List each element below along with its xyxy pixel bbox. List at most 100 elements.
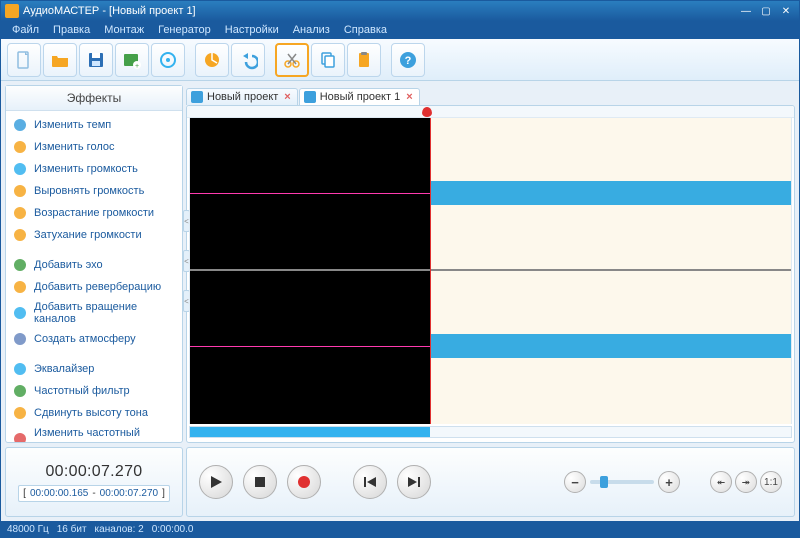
time-panel: 00:00:07.270 [ 00:00:00.165 - 00:00:07.2… (5, 447, 183, 517)
menu-генератор[interactable]: Генератор (151, 24, 218, 36)
menu-настройки[interactable]: Настройки (218, 24, 286, 36)
effect-item[interactable]: Затухание громкости (6, 224, 182, 246)
effect-item[interactable]: Добавить реверберацию (6, 276, 182, 298)
stop-button[interactable] (243, 465, 277, 499)
zoom-fit-button[interactable]: 1:1 (760, 471, 782, 493)
tab-label: Новый проект 1 (320, 91, 400, 103)
close-button[interactable]: ✕ (777, 4, 795, 18)
play-button[interactable] (199, 465, 233, 499)
minimize-button[interactable]: — (737, 4, 755, 18)
selection-end[interactable]: 00:00:07.270 (100, 488, 158, 499)
zoom-slider[interactable] (590, 480, 654, 484)
effect-item[interactable]: Изменить частотный спектр (6, 424, 182, 442)
effect-label: Затухание громкости (34, 229, 142, 241)
app-icon (5, 4, 19, 18)
skip-end-button[interactable] (397, 465, 431, 499)
menu-анализ[interactable]: Анализ (286, 24, 337, 36)
menu-файл[interactable]: Файл (5, 24, 46, 36)
effect-item[interactable]: Выровнять громкость (6, 180, 182, 202)
document-tab[interactable]: Новый проект 1 × (299, 88, 420, 105)
statusbar: 48000 Гц 16 бит каналов: 2 0:00:00.0 (1, 521, 799, 537)
time-ruler[interactable] (187, 106, 794, 118)
waveform-area[interactable] (189, 118, 792, 424)
zoom-out-button[interactable]: − (564, 471, 586, 493)
zoom-in-button[interactable]: + (658, 471, 680, 493)
effect-item[interactable]: Сдвинуть высоту тона (6, 402, 182, 424)
tab-close-button[interactable]: × (404, 91, 414, 103)
save-icon[interactable] (79, 43, 113, 77)
reverb-icon (12, 279, 28, 295)
person-icon (12, 139, 28, 155)
status-sample-rate: 48000 Гц (7, 524, 49, 535)
effect-label: Частотный фильтр (34, 385, 130, 397)
channel-center-line (190, 193, 430, 194)
skip-start-button[interactable] (353, 465, 387, 499)
effect-label: Добавить реверберацию (34, 281, 161, 293)
document-tab[interactable]: Новый проект× (186, 88, 298, 105)
effect-item[interactable]: Добавить вращение каналов (6, 298, 182, 328)
effect-item[interactable]: Частотный фильтр (6, 380, 182, 402)
undo-icon[interactable] (231, 43, 265, 77)
menu-правка[interactable]: Правка (46, 24, 97, 36)
playhead-marker[interactable] (422, 107, 432, 117)
effect-label: Создать атмосферу (34, 333, 136, 345)
effect-label: Добавить вращение каналов (34, 301, 176, 325)
scrollbar-thumb[interactable] (190, 427, 430, 437)
effects-list: Изменить темпИзменить голосИзменить гром… (6, 111, 182, 442)
maximize-button[interactable]: ▢ (757, 4, 775, 18)
waveform-editor[interactable] (186, 105, 795, 443)
selection-range: [ 00:00:00.165 - 00:00:07.270 ] (18, 485, 170, 502)
filter-icon (12, 383, 28, 399)
effect-label: Изменить частотный спектр (34, 427, 176, 442)
sidebar-header: Эффекты (6, 86, 182, 111)
svg-text:+: + (135, 63, 139, 70)
pitch-icon (12, 405, 28, 421)
help-icon[interactable]: ? (391, 43, 425, 77)
effect-item[interactable]: Добавить эхо (6, 254, 182, 276)
tab-close-button[interactable]: × (282, 91, 292, 103)
playhead-line[interactable] (430, 118, 431, 424)
burn-cd-icon[interactable] (151, 43, 185, 77)
rotate-icon (12, 305, 28, 321)
selection-start[interactable]: 00:00:00.165 (30, 488, 88, 499)
paste-icon[interactable] (347, 43, 381, 77)
nav-end-button[interactable]: ⯮ (735, 471, 757, 493)
eq-icon (12, 361, 28, 377)
clock-icon (12, 117, 28, 133)
copy-icon[interactable] (311, 43, 345, 77)
record-button[interactable] (287, 465, 321, 499)
effect-item[interactable]: Изменить громкость (6, 158, 182, 180)
effect-label: Сдвинуть высоту тона (34, 407, 148, 419)
open-file-icon[interactable] (43, 43, 77, 77)
document-icon (191, 91, 203, 103)
effects-sidebar: Эффекты Изменить темпИзменить голосИзмен… (5, 85, 183, 443)
svg-text:?: ? (405, 55, 412, 67)
nav-controls: ⯬ ⯮ 1:1 (710, 471, 782, 493)
zoom-slider-thumb[interactable] (600, 476, 608, 488)
add-media-icon[interactable]: + (115, 43, 149, 77)
status-duration: 0:00:00.0 (152, 524, 194, 535)
toolbar: +? (1, 39, 799, 81)
nav-start-button[interactable]: ⯬ (710, 471, 732, 493)
new-file-icon[interactable] (7, 43, 41, 77)
window-title: АудиоМАСТЕР - [Новый проект 1] (23, 5, 735, 17)
level-icon (12, 183, 28, 199)
volume-icon (12, 161, 28, 177)
effect-item[interactable]: Изменить голос (6, 136, 182, 158)
titlebar: АудиоМАСТЕР - [Новый проект 1] — ▢ ✕ (1, 1, 799, 21)
effect-item[interactable]: Возрастание громкости (6, 202, 182, 224)
current-time: 00:00:07.270 (45, 463, 142, 481)
cut-icon[interactable] (275, 43, 309, 77)
effect-item[interactable]: Изменить темп (6, 114, 182, 136)
horizontal-scrollbar[interactable] (189, 426, 792, 438)
effect-label: Добавить эхо (34, 259, 103, 271)
effect-item[interactable]: Эквалайзер (6, 358, 182, 380)
effect-item[interactable]: Создать атмосферу (6, 328, 182, 350)
effect-label: Выровнять громкость (34, 185, 144, 197)
menu-справка[interactable]: Справка (337, 24, 394, 36)
effect-label: Возрастание громкости (34, 207, 154, 219)
fadeout-icon (12, 227, 28, 243)
transport-bar: − + ⯬ ⯮ 1:1 (186, 447, 795, 517)
mixer-icon[interactable] (195, 43, 229, 77)
menu-монтаж[interactable]: Монтаж (97, 24, 151, 36)
